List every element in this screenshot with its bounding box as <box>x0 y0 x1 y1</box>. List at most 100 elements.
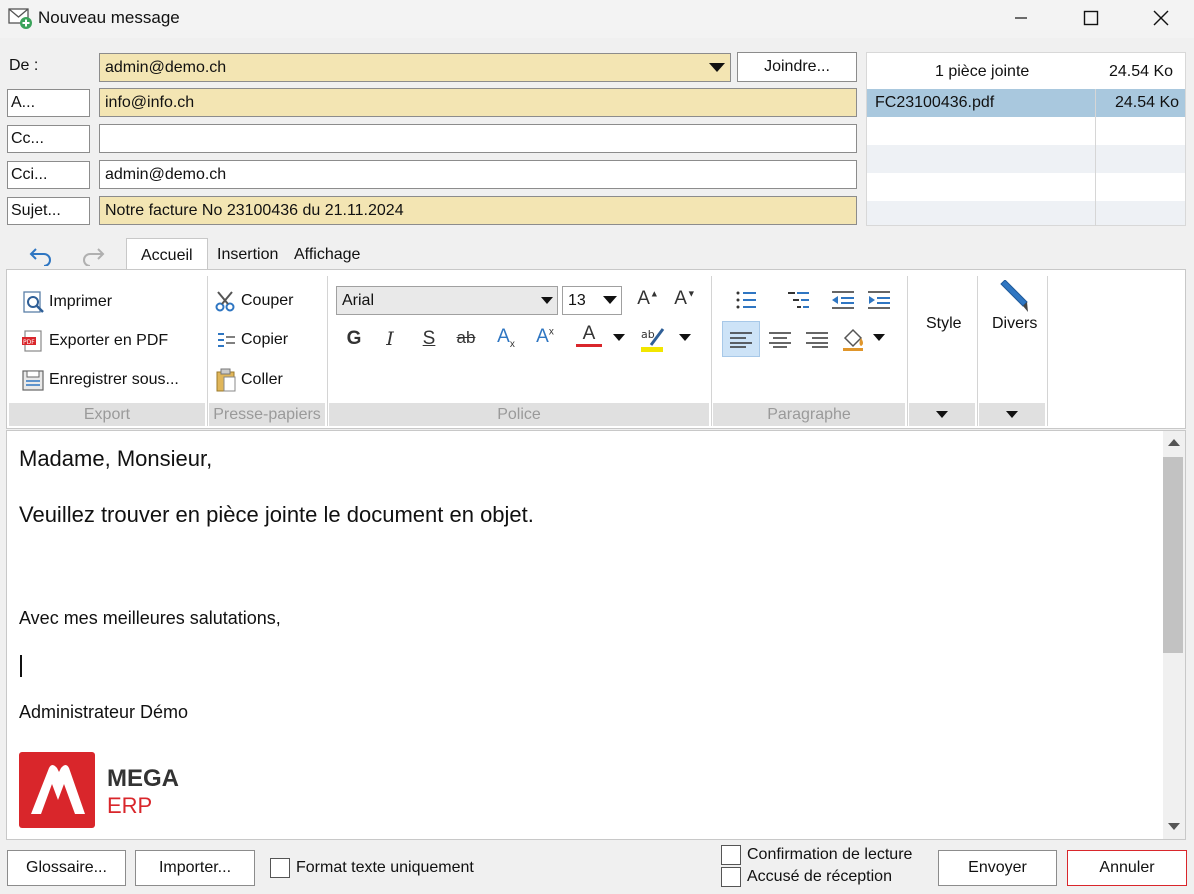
tab-accueil[interactable]: Accueil <box>126 238 208 271</box>
read-receipt-label: Confirmation de lecture <box>747 846 913 863</box>
superscript-button[interactable]: Ax <box>532 326 558 348</box>
misc-group-footer[interactable] <box>979 403 1045 426</box>
attachments-panel: 1 pièce jointe 24.54 Ko FC23100436.pdf 2… <box>866 52 1186 226</box>
export-pdf-button[interactable]: PDF Exporter en PDF <box>21 329 168 353</box>
group-divider <box>327 276 328 426</box>
column-divider <box>1095 89 1096 226</box>
align-left-button[interactable] <box>722 321 760 357</box>
copy-label: Copier <box>241 331 289 348</box>
cut-button[interactable]: Couper <box>215 290 293 312</box>
attach-button[interactable]: Joindre... <box>737 52 857 82</box>
pdf-export-icon: PDF <box>22 330 42 352</box>
text-cursor <box>20 655 22 677</box>
pencil-icon <box>1000 280 1028 312</box>
group-divider <box>711 276 712 426</box>
body-line: Veuillez trouver en pièce jointe le docu… <box>19 502 534 527</box>
bullet-list-icon[interactable] <box>735 290 757 310</box>
from-select[interactable]: admin@demo.ch <box>99 53 731 82</box>
svg-text:PDF: PDF <box>23 339 35 346</box>
undo-icon[interactable] <box>28 244 54 271</box>
decrease-indent-icon[interactable] <box>831 290 855 310</box>
chevron-down-icon <box>603 296 617 304</box>
chevron-down-icon <box>1006 411 1018 418</box>
to-field[interactable]: info@info.ch <box>99 88 857 117</box>
shrink-font-icon[interactable]: A▼ <box>672 288 698 310</box>
cancel-button[interactable]: Annuler <box>1067 850 1187 886</box>
cc-field[interactable] <box>99 124 857 153</box>
bcc-field[interactable]: admin@demo.ch <box>99 160 857 189</box>
delivery-receipt-label: Accusé de réception <box>747 868 892 885</box>
font-family-value: Arial <box>342 292 375 309</box>
copy-button[interactable]: Copier <box>215 329 288 351</box>
attachment-empty-row <box>867 145 1185 173</box>
underline-button[interactable]: S <box>416 328 442 350</box>
superscript-label: A <box>536 326 549 347</box>
highlight-dropdown-icon[interactable] <box>679 334 691 342</box>
maximize-button[interactable] <box>1056 0 1126 36</box>
title-bar: Nouveau message <box>0 0 1194 38</box>
glossary-button[interactable]: Glossaire... <box>7 850 126 886</box>
paint-bucket-dropdown-icon[interactable] <box>873 334 885 342</box>
print-button[interactable]: Imprimer <box>21 290 112 314</box>
italic-button[interactable]: I <box>377 328 403 350</box>
font-family-select[interactable]: Arial <box>336 286 558 315</box>
vertical-scrollbar[interactable] <box>1163 431 1185 839</box>
font-color-dropdown-icon[interactable] <box>613 334 625 342</box>
bcc-button[interactable]: Cci... <box>7 161 90 189</box>
clipboard-paste-icon <box>216 368 236 392</box>
paste-button[interactable]: Coller <box>215 368 283 392</box>
subscript-button[interactable]: Ax <box>493 326 519 350</box>
export-pdf-label: Exporter en PDF <box>49 332 169 349</box>
message-body-editor[interactable]: Madame, Monsieur, Veuillez trouver en pi… <box>6 430 1186 840</box>
strikethrough-button[interactable]: ab <box>453 328 479 348</box>
to-button[interactable]: A... <box>7 89 90 117</box>
send-button[interactable]: Envoyer <box>938 850 1057 886</box>
group-label-export: Export <box>9 403 205 426</box>
close-button[interactable] <box>1126 0 1194 36</box>
to-value: info@info.ch <box>105 94 195 111</box>
import-button[interactable]: Importer... <box>135 850 255 886</box>
minimize-button[interactable] <box>986 0 1056 36</box>
bold-button[interactable]: G <box>341 328 367 350</box>
attachment-row[interactable]: FC23100436.pdf 24.54 Ko <box>867 89 1185 117</box>
body-greeting: Madame, Monsieur, <box>19 446 213 471</box>
misc-button[interactable]: Divers <box>992 315 1037 333</box>
scrollbar-thumb[interactable] <box>1163 457 1183 653</box>
read-receipt-checkbox[interactable] <box>721 845 741 865</box>
save-as-button[interactable]: Enregistrer sous... <box>21 368 179 392</box>
plain-text-checkbox[interactable] <box>270 858 290 878</box>
style-group-footer[interactable] <box>909 403 975 426</box>
body-signature: Administrateur Démo <box>19 702 189 722</box>
cc-button[interactable]: Cc... <box>7 125 90 153</box>
delivery-receipt-checkbox[interactable] <box>721 867 741 887</box>
align-center-icon[interactable] <box>768 332 792 348</box>
redo-icon[interactable] <box>80 244 106 271</box>
tab-insertion[interactable]: Insertion <box>217 238 278 270</box>
attachments-summary: 1 pièce jointe <box>935 63 1030 80</box>
paint-bucket-icon[interactable] <box>841 326 867 352</box>
scroll-down-icon[interactable] <box>1168 823 1180 831</box>
align-right-icon[interactable] <box>805 332 829 348</box>
logo-text-erp: ERP <box>107 793 153 818</box>
multilevel-list-icon[interactable] <box>787 290 811 312</box>
increase-indent-icon[interactable] <box>867 290 891 310</box>
scroll-up-icon[interactable] <box>1168 439 1180 447</box>
group-label-font: Police <box>329 403 709 426</box>
group-label-paragraph: Paragraphe <box>713 403 905 426</box>
minimize-icon <box>1015 17 1027 19</box>
cut-label: Couper <box>241 292 294 309</box>
subject-button[interactable]: Sujet... <box>7 197 90 225</box>
plain-text-label: Format texte uniquement <box>296 859 474 876</box>
print-preview-icon <box>23 291 44 313</box>
group-divider <box>207 276 208 426</box>
grow-font-icon[interactable]: A▲ <box>635 288 661 310</box>
tab-affichage[interactable]: Affichage <box>294 238 360 270</box>
highlight-icon[interactable]: ab <box>639 325 667 353</box>
subject-field[interactable]: Notre facture No 23100436 du 21.11.2024 <box>99 196 857 225</box>
font-color-button[interactable]: A <box>576 324 602 347</box>
mail-add-icon <box>8 6 34 30</box>
attachment-empty-row <box>867 117 1185 145</box>
style-button[interactable]: Style <box>926 315 962 333</box>
font-size-select[interactable]: 13 <box>562 286 622 315</box>
body-closing: Avec mes meilleures salutations, <box>19 608 281 628</box>
